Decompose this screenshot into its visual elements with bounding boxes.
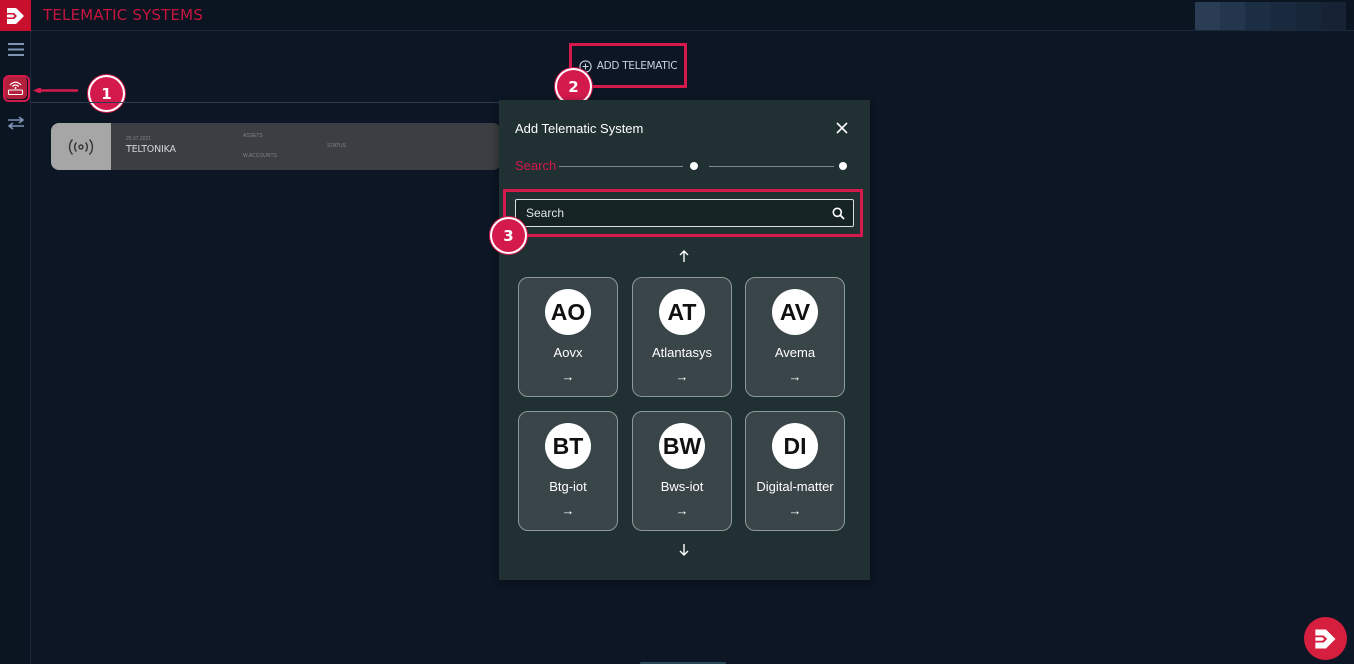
system-name: Digital-matter <box>756 479 834 494</box>
system-tile-aovx[interactable]: AO Aovx → <box>518 277 618 397</box>
top-bar: TELEMATIC SYSTEMS <box>0 0 1354 31</box>
sidebar-item-menu[interactable] <box>4 38 27 61</box>
stepper-dot <box>839 162 847 170</box>
app-logo[interactable] <box>0 0 31 31</box>
system-name: Btg-iot <box>549 479 587 494</box>
annotation-badge-3: 3 <box>492 219 525 252</box>
system-name: Bws-iot <box>660 479 704 494</box>
system-name: Atlantasys <box>652 345 712 360</box>
system-avatar: AT <box>659 289 705 335</box>
scroll-up-icon[interactable] <box>678 249 690 263</box>
scroll-down-icon[interactable] <box>678 543 690 557</box>
annotation-badge-1: 1 <box>90 77 123 110</box>
sidebar <box>0 31 31 664</box>
system-avatar: DI <box>772 423 818 469</box>
annotation-badge-2: 2 <box>557 70 590 103</box>
system-avatar: BT <box>545 423 591 469</box>
system-avatar: AV <box>772 289 818 335</box>
add-telematic-modal: Add Telematic System Search AO Aovx → AT… <box>499 100 870 580</box>
arrow-right-icon: → <box>675 369 689 384</box>
page-title: TELEMATIC SYSTEMS <box>43 6 204 24</box>
system-tile-atlantasys[interactable]: AT Atlantasys → <box>632 277 732 397</box>
system-name: Avema <box>774 345 816 360</box>
stepper-line <box>559 166 683 167</box>
hamburger-icon <box>7 43 24 56</box>
card-status-label: STATUS <box>327 143 346 149</box>
telematic-list-item[interactable]: 25.07.2021 TELTONIKA ASSETS W.ACCOUNTS S… <box>51 123 501 170</box>
arrow-right-icon: → <box>788 503 802 518</box>
system-tile-btg-iot[interactable]: BT Btg-iot → <box>518 411 618 531</box>
annotation-arrow <box>33 88 78 93</box>
system-name: Aovx <box>553 345 583 360</box>
system-tile-bws-iot[interactable]: BW Bws-iot → <box>632 411 732 531</box>
broadcast-icon <box>68 138 94 155</box>
list-divider <box>31 102 501 103</box>
user-profile-block[interactable] <box>1195 2 1347 30</box>
system-tile-avema[interactable]: AV Avema → <box>745 277 845 397</box>
annotation-highlight-search <box>503 189 863 237</box>
system-avatar: AO <box>545 289 591 335</box>
card-name: TELTONIKA <box>126 144 176 155</box>
close-icon[interactable] <box>834 120 850 136</box>
card-assets-label: ASSETS <box>243 133 263 139</box>
arrow-right-icon: → <box>788 369 802 384</box>
card-accounts-label: W.ACCOUNTS <box>243 153 277 159</box>
card-date: 25.07.2021 <box>126 136 152 142</box>
help-fab-button[interactable] <box>1304 617 1347 660</box>
system-avatar: BW <box>659 423 705 469</box>
system-tile-digital-matter[interactable]: DI Digital-matter → <box>745 411 845 531</box>
modal-title: Add Telematic System <box>515 121 644 136</box>
logo-icon <box>1314 629 1335 648</box>
sidebar-item-transfer[interactable] <box>4 111 27 134</box>
annotation-highlight-telematics <box>3 75 30 102</box>
stepper-line <box>709 166 834 167</box>
arrow-right-icon: → <box>675 503 689 518</box>
stepper-current-step: Search <box>515 158 557 173</box>
arrow-right-icon: → <box>561 503 575 518</box>
arrow-right-icon: → <box>561 369 575 384</box>
logo-icon <box>6 7 24 24</box>
swap-arrows-icon <box>7 115 24 130</box>
stepper-dot <box>690 162 698 170</box>
card-icon-box <box>51 123 111 170</box>
